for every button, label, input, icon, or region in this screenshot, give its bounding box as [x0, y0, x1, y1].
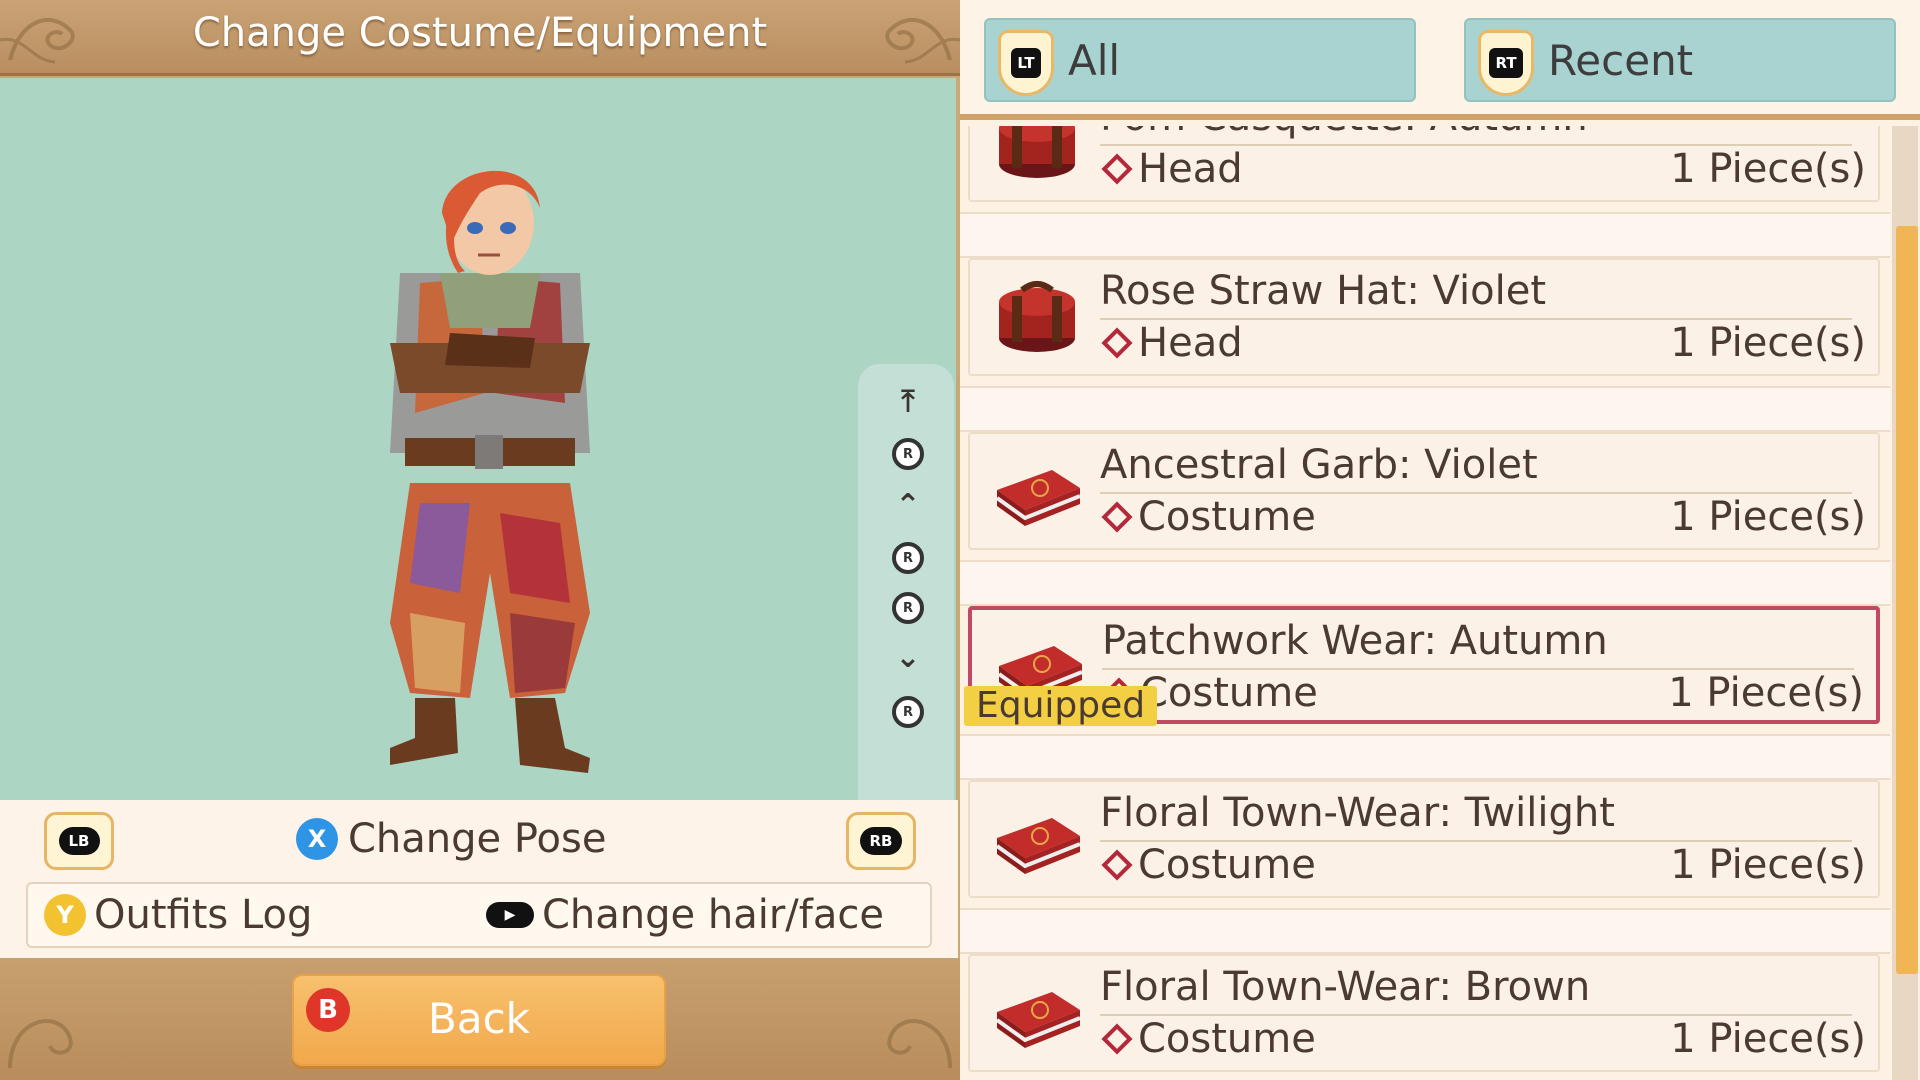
page-title: Change Costume/Equipment	[192, 10, 768, 56]
outfits-log-label: Outfits Log	[94, 892, 313, 938]
diamond-icon	[1101, 501, 1133, 533]
back-label: Back	[428, 994, 530, 1043]
preview-panel: Change Costume/Equipment ⤒ R ⌃ R R ⌄ R L…	[0, 0, 960, 1080]
back-button[interactable]: B Back	[292, 974, 666, 1066]
suitcase-icon	[995, 818, 1081, 874]
hatbox-icon	[999, 126, 1075, 178]
item-name: Ancestral Garb: Violet	[1100, 442, 1538, 488]
header-bar: Change Costume/Equipment	[0, 0, 960, 76]
change-hair-face-button[interactable]: ▶ Change hair/face	[486, 892, 884, 938]
character-model	[390, 170, 590, 773]
secondary-controls: Y Outfits Log ▶ Change hair/face	[26, 882, 932, 948]
item-type: Head	[1138, 146, 1243, 192]
top-arrow-icon[interactable]: ⤒	[888, 382, 928, 422]
scroll-ornament-icon	[8, 1019, 73, 1069]
right-stick-press-icon: ▶	[486, 902, 534, 928]
tab-recent[interactable]: RT Recent	[1464, 18, 1896, 102]
scroll-ornament-icon	[885, 18, 960, 64]
r-stick-right-icon[interactable]: R	[888, 588, 928, 628]
hatbox-icon	[999, 281, 1075, 352]
diamond-icon	[1101, 1023, 1133, 1055]
item-type: Costume	[1140, 670, 1318, 716]
r-stick-down-icon[interactable]: R	[888, 692, 928, 732]
item-type: Costume	[1138, 494, 1316, 540]
item-type: Costume	[1138, 842, 1316, 888]
change-pose-button[interactable]: X Change Pose	[296, 814, 606, 864]
tab-bar: LT All RT Recent	[960, 0, 1920, 120]
list-item[interactable]: Floral Town-Wear: Brown Costume 1 Piece(…	[960, 954, 1890, 1080]
rb-button[interactable]: RB	[846, 812, 916, 870]
item-quantity: 1 Piece(s)	[1670, 146, 1866, 192]
item-type: Head	[1138, 320, 1243, 366]
item-type: Costume	[1138, 1016, 1316, 1062]
change-hair-face-label: Change hair/face	[542, 892, 884, 938]
scrollbar-thumb[interactable]	[1896, 226, 1918, 974]
suitcase-icon	[995, 470, 1081, 526]
change-pose-label: Change Pose	[348, 816, 607, 862]
diamond-icon	[1101, 849, 1133, 881]
item-name: Pom Casquette: Autumn	[1100, 126, 1588, 140]
rt-button-icon: RT	[1478, 30, 1534, 96]
diamond-icon	[1101, 327, 1133, 359]
suitcase-icon	[995, 992, 1081, 1048]
list-item[interactable]: Rose Straw Hat: Violet Head 1 Piece(s)	[960, 258, 1890, 432]
item-quantity: 1 Piece(s)	[1670, 842, 1866, 888]
tab-all[interactable]: LT All	[984, 18, 1416, 102]
zoom-in-arrows-icon[interactable]: ⌃	[888, 486, 928, 526]
outfits-log-button[interactable]: Y Outfits Log	[44, 892, 312, 938]
item-quantity: 1 Piece(s)	[1668, 670, 1864, 716]
y-button-icon: Y	[44, 894, 86, 936]
item-list[interactable]: Pom Casquette: Autumn Head 1 Piece(s) Ro…	[960, 126, 1890, 1080]
scroll-ornament-icon	[887, 1019, 952, 1069]
list-item[interactable]: Pom Casquette: Autumn Head 1 Piece(s)	[960, 126, 1890, 258]
item-name: Rose Straw Hat: Violet	[1100, 268, 1547, 314]
equipped-badge: Equipped	[964, 686, 1158, 726]
r-stick-up-icon[interactable]: R	[888, 434, 928, 474]
tab-recent-label: Recent	[1548, 36, 1694, 85]
list-item[interactable]: Floral Town-Wear: Twilight Costume 1 Pie…	[960, 780, 1890, 954]
item-name: Floral Town-Wear: Twilight	[1100, 790, 1615, 836]
item-name: Patchwork Wear: Autumn	[1102, 618, 1608, 664]
inventory-panel: LT All RT Recent Pom Casquette: Autumn	[960, 0, 1920, 1080]
x-button-icon: X	[296, 818, 338, 860]
item-quantity: 1 Piece(s)	[1670, 1016, 1866, 1062]
item-name: Floral Town-Wear: Brown	[1100, 964, 1591, 1010]
list-item[interactable]: Ancestral Garb: Violet Costume 1 Piece(s…	[960, 432, 1890, 606]
scrollbar[interactable]	[1892, 126, 1918, 1080]
character-preview[interactable]: ⤒ R ⌃ R R ⌄ R ⤓	[0, 78, 956, 876]
item-quantity: 1 Piece(s)	[1670, 494, 1866, 540]
diamond-icon	[1101, 153, 1133, 185]
tab-all-label: All	[1068, 36, 1121, 85]
item-quantity: 1 Piece(s)	[1670, 320, 1866, 366]
zoom-out-arrows-icon[interactable]: ⌄	[888, 638, 928, 678]
lt-button-icon: LT	[998, 30, 1054, 96]
lb-button[interactable]: LB	[44, 812, 114, 870]
r-stick-left-icon[interactable]: R	[888, 538, 928, 578]
